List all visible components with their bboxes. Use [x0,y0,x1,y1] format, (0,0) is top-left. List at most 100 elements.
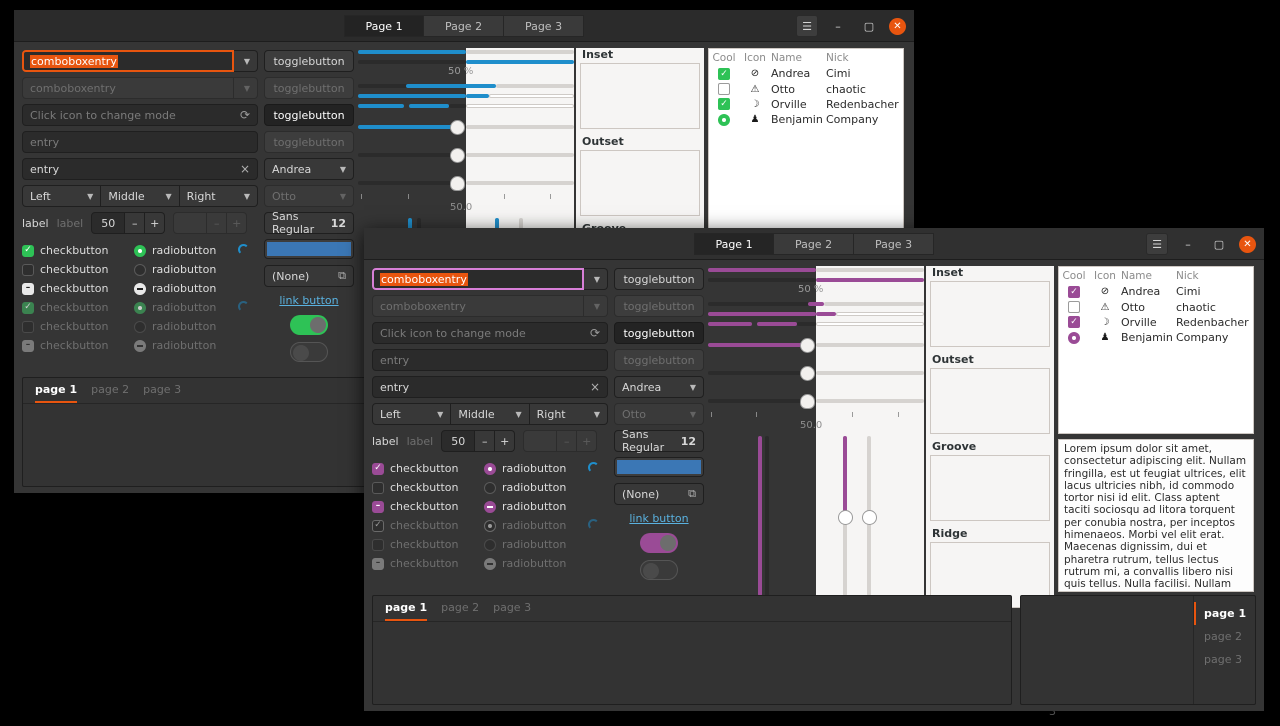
radio-icon[interactable] [718,113,730,126]
fg-switch-on[interactable] [640,533,678,553]
radio-icon[interactable] [134,244,146,257]
bg-spinbutton-plus[interactable]: + [145,212,166,234]
close-icon[interactable]: ✕ [889,17,906,35]
bg-combo-middle[interactable]: Middle ▼ [101,185,180,207]
fg-font-button[interactable]: Sans Regular 12 [614,428,704,454]
bg-combo-right[interactable]: Right ▼ [179,185,258,207]
refresh-icon[interactable]: ⟳ [240,108,250,122]
fg-radiobutton-1[interactable]: radiobutton [484,459,584,478]
fg-spinbutton-plus[interactable]: + [495,430,516,452]
check-icon[interactable]: ✓ [372,462,384,475]
fg-scale-2[interactable] [708,366,924,381]
bg-comboboxentry-focused[interactable]: comboboxentry ▼ [22,50,258,72]
fg-comboboxentry-focused-field[interactable]: comboboxentry [372,268,584,290]
bg-tab-page-3[interactable]: page 3 [143,383,181,403]
bg-scale-1-handle[interactable] [450,120,465,135]
tab-page-3[interactable]: Page 3 [854,232,934,255]
fg-file-button[interactable]: (None) ⧉ [614,483,704,505]
close-icon[interactable]: ✕ [1239,235,1256,253]
background-header-tabs[interactable]: Page 1 Page 2 Page 3 [344,14,584,37]
bg-radiobutton-3[interactable]: radiobutton [134,279,234,298]
fg-lorem-textview[interactable]: Lorem ipsum dolor sit amet, consectetur … [1058,439,1254,592]
bg-align-combos[interactable]: Left ▼ Middle ▼ Right ▼ [22,185,258,207]
fg-checkbutton-3[interactable]: – checkbutton [372,497,484,516]
bg-tab-page-1[interactable]: page 1 [35,383,78,403]
fg-combo-andrea[interactable]: Andrea ▼ [614,376,704,398]
check-icon[interactable]: ✓ [22,244,34,257]
chevron-down-icon[interactable]: ▼ [584,295,608,317]
radio-icon[interactable] [134,282,146,295]
fg-notebook-right[interactable]: page 1 page 2 page 3 [1020,595,1256,705]
bg-checkbutton-2[interactable]: checkbutton [22,260,134,279]
fg-comboboxentry-focused[interactable]: comboboxentry ▼ [372,268,608,290]
fg-radiobutton-3[interactable]: radiobutton [484,497,584,516]
fg-scale-1[interactable] [708,338,924,353]
bg-spinbutton-minus[interactable]: – [125,212,146,234]
fg-combo-right[interactable]: Right ▼ [529,403,608,425]
fg-entry-empty[interactable]: entry [372,349,608,371]
check-icon[interactable]: ✓ [1068,285,1080,298]
foreground-window-titlebar[interactable]: Page 1 Page 2 Page 3 ☰ – ▢ ✕ [364,228,1264,260]
check-icon[interactable]: ✓ [718,98,730,111]
fg-checkbutton-2[interactable]: checkbutton [372,478,484,497]
radio-icon[interactable] [484,481,496,494]
close-icon[interactable]: × [240,162,250,176]
fg-tab-page-1[interactable]: page 1 [385,601,428,621]
background-window-controls[interactable]: ☰ – ▢ ✕ [796,10,906,42]
fg-vscale-3-handle[interactable] [838,510,853,525]
bg-scale-2[interactable] [358,148,574,163]
check-icon[interactable]: ✓ [1068,316,1080,329]
table-row[interactable]: ✓ ☽ Orville Redenbacher [709,97,903,112]
fg-scale-1-handle[interactable] [800,338,815,353]
bg-entry-filled[interactable]: entry × [22,158,258,180]
foreground-header-tabs[interactable]: Page 1 Page 2 Page 3 [694,232,934,255]
fg-radiobutton-2[interactable]: radiobutton [484,478,584,497]
fg-spinbutton-value[interactable]: 50 [441,430,476,452]
radio-icon[interactable] [484,462,496,475]
bg-color-button[interactable] [264,239,354,259]
fg-vscale-3-fill[interactable] [843,436,847,516]
maximize-icon[interactable]: ▢ [858,15,880,37]
fg-vtab-page-3[interactable]: page 3 [1194,648,1255,671]
fg-togglebutton-1[interactable]: togglebutton [614,268,704,290]
bg-icon-entry[interactable]: Click icon to change mode ⟳ [22,104,258,126]
bg-scale-3-handle[interactable] [450,176,465,191]
fg-scale-3[interactable] [708,394,924,409]
copy-icon[interactable]: ⧉ [688,487,696,501]
hamburger-menu-icon[interactable]: ☰ [796,15,818,37]
fg-togglebutton-3[interactable]: togglebutton [614,322,704,344]
close-icon[interactable]: × [590,380,600,394]
check-icon[interactable] [718,83,730,96]
bg-entry-empty[interactable]: entry [22,131,258,153]
fg-vscale-1-fill[interactable] [758,436,762,596]
radio-icon[interactable] [484,500,496,513]
chevron-down-icon[interactable]: ▼ [234,77,258,99]
bg-combo-andrea[interactable]: Andrea ▼ [264,158,354,180]
fg-vscale-3-rest[interactable] [843,516,847,596]
fg-scale-2-handle[interactable] [800,366,815,381]
check-icon[interactable] [22,263,34,276]
bg-spinbutton[interactable]: 50 – + [91,212,166,234]
fg-align-combos[interactable]: Left ▼ Middle ▼ Right ▼ [372,403,608,425]
tab-page-3[interactable]: Page 3 [504,14,584,37]
fg-icon-entry[interactable]: Click icon to change mode ⟳ [372,322,608,344]
table-row[interactable]: ♟ Benjamin Company [709,112,903,127]
fg-notebook-top[interactable]: page 1 page 2 page 3 [372,595,1012,705]
tab-page-1[interactable]: Page 1 [694,232,774,255]
fg-notebook-tabs[interactable]: page 1 page 2 page 3 [373,596,1011,622]
fg-combo-middle[interactable]: Middle ▼ [451,403,530,425]
fg-link-button[interactable]: link button [614,512,704,525]
bg-radiobutton-1[interactable]: radiobutton [134,241,234,260]
maximize-icon[interactable]: ▢ [1208,233,1230,255]
bg-spinbutton-value[interactable]: 50 [91,212,126,234]
bg-scale-2-handle[interactable] [450,148,465,163]
tab-page-1[interactable]: Page 1 [344,14,424,37]
bg-combo-left[interactable]: Left ▼ [22,185,102,207]
fg-vscale-2-trough[interactable] [765,436,769,596]
fg-switch-off[interactable] [640,560,678,580]
fg-tab-page-3[interactable]: page 3 [493,601,531,621]
foreground-window-controls[interactable]: ☰ – ▢ ✕ [1146,228,1256,260]
bg-font-button[interactable]: Sans Regular 12 [264,210,354,236]
bg-comboboxentry-focused-field[interactable]: comboboxentry [22,50,234,72]
background-window-titlebar[interactable]: Page 1 Page 2 Page 3 ☰ – ▢ ✕ [14,10,914,42]
